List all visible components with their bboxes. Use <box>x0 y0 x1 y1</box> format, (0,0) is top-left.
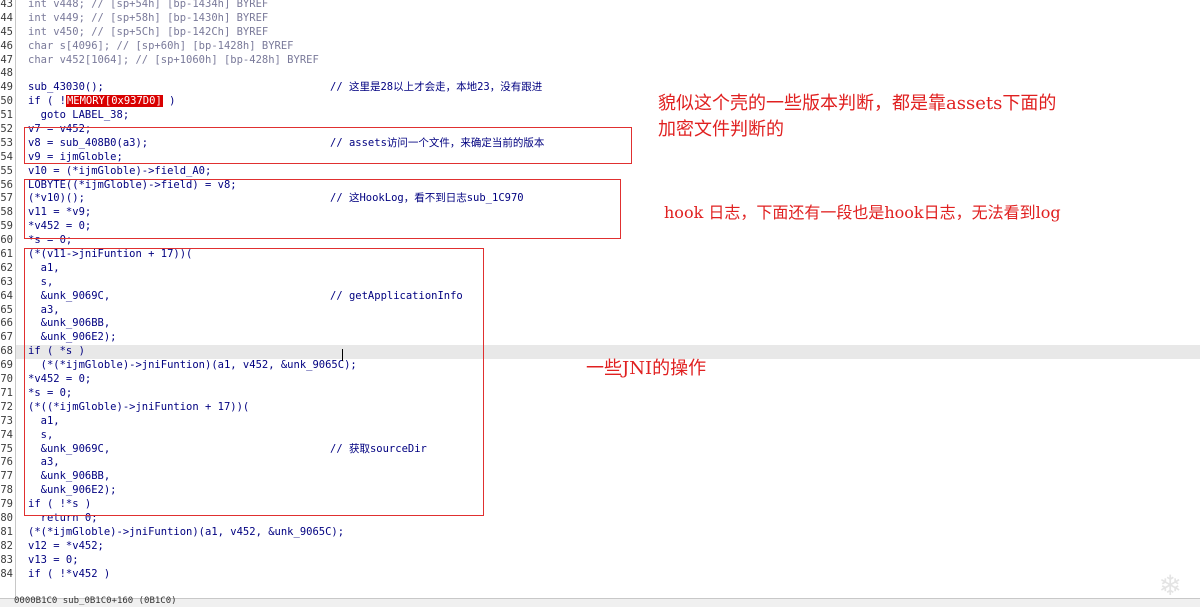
line-number: 59 <box>0 220 13 233</box>
code-text: v12 = *v452; <box>28 539 104 552</box>
code-text: int v450; // [sp+5Ch] [bp-142Ch] BYREF <box>28 25 269 38</box>
code-line[interactable] <box>16 67 1200 81</box>
line-number: 50 <box>0 95 13 108</box>
note-hooklog: hook 日志，下面还有一段也是hook日志，无法看到log <box>664 203 1061 222</box>
line-number: 81 <box>0 525 13 538</box>
line-number: 72 <box>0 400 13 413</box>
note-version-check-line2: 加密文件判断的 <box>658 119 784 140</box>
line-number: 74 <box>0 428 13 441</box>
code-text: char v452[1064]; // [sp+1060h] [bp-428h]… <box>28 53 319 66</box>
code-text: char s[4096]; // [sp+60h] [bp-1428h] BYR… <box>28 39 294 52</box>
line-number: 62 <box>0 261 13 274</box>
line-number: 45 <box>0 25 13 38</box>
code-line[interactable]: (*(*ijmGloble)->jniFuntion)(a1, v452, &u… <box>16 526 1200 540</box>
line-number: 76 <box>0 456 13 469</box>
line-number: 63 <box>0 275 13 288</box>
line-number-gutter: 43 44 45 46 47 48 49 50 51 52 53 54 55 56 57 58 59 60 61 62… <box>0 0 13 581</box>
code-text: goto LABEL_38; <box>28 109 130 122</box>
line-number: 67 <box>0 331 13 344</box>
line-number: 43 <box>0 0 13 10</box>
code-text: v13 = 0; <box>28 553 79 566</box>
line-number: 53 <box>0 136 13 149</box>
code-line[interactable]: v10 = (*ijmGloble)->field_A0; <box>16 165 1200 179</box>
line-number: 54 <box>0 150 13 163</box>
line-number: 68 <box>0 345 13 358</box>
code-text: sub_43030(); <box>28 81 104 94</box>
code-line[interactable]: v12 = *v452; <box>16 540 1200 554</box>
line-number: 44 <box>0 11 13 24</box>
status-address: 0000B1C0 sub_0B1C0+160 (0B1C0) <box>14 596 177 606</box>
line-number: 60 <box>0 234 13 247</box>
line-number: 77 <box>0 470 13 483</box>
version-check-box <box>24 127 632 164</box>
snowflake-watermark-icon: ❄ <box>1158 569 1182 602</box>
memory-address-highlight: MEMORY[0x937D0] <box>65 95 163 108</box>
line-number: 70 <box>0 373 13 386</box>
line-number: 58 <box>0 206 13 219</box>
code-line[interactable]: int v448; // [sp+54h] [bp-1434h] BYREF <box>16 0 1200 12</box>
code-text: if ( !*v452 ) <box>28 567 111 580</box>
code-line[interactable]: char s[4096]; // [sp+60h] [bp-1428h] BYR… <box>16 40 1200 54</box>
line-number: 47 <box>0 53 13 66</box>
line-number: 52 <box>0 123 13 136</box>
line-number: 49 <box>0 81 13 94</box>
code-text: int v449; // [sp+58h] [bp-1430h] BYREF <box>28 11 269 24</box>
line-number: 46 <box>0 39 13 52</box>
line-number: 51 <box>0 109 13 122</box>
code-line[interactable]: if ( !*v452 ) <box>16 568 1200 582</box>
line-number: 57 <box>0 192 13 205</box>
line-number: 56 <box>0 178 13 191</box>
code-line[interactable]: char v452[1064]; // [sp+1060h] [bp-428h]… <box>16 54 1200 68</box>
line-number: 80 <box>0 511 13 524</box>
line-number: 55 <box>0 164 13 177</box>
jni-operations-box <box>24 248 484 516</box>
note-jni-operations: 一些JNI的操作 <box>586 358 707 379</box>
code-comment: // 这里是28以上才会走，本地23，没有跟进 <box>330 81 543 94</box>
code-text: (*(*ijmGloble)->jniFuntion)(a1, v452, &u… <box>28 525 345 538</box>
line-number: 79 <box>0 498 13 511</box>
line-number: 69 <box>0 359 13 372</box>
line-number: 65 <box>0 303 13 316</box>
code-line[interactable]: int v450; // [sp+5Ch] [bp-142Ch] BYREF <box>16 26 1200 40</box>
note-version-check: 貌似这个壳的一些版本判断，都是靠assets下面的 加密文件判断的 <box>658 91 1056 143</box>
code-text: int v448; // [sp+54h] [bp-1434h] BYREF <box>28 0 269 10</box>
line-number: 78 <box>0 484 13 497</box>
line-number: 84 <box>0 567 13 580</box>
line-number: 82 <box>0 539 13 552</box>
note-version-check-line1: 貌似这个壳的一些版本判断，都是靠assets下面的 <box>658 93 1057 114</box>
code-line[interactable]: int v449; // [sp+58h] [bp-1430h] BYREF <box>16 12 1200 26</box>
line-number: 66 <box>0 317 13 330</box>
code-text: if ( !MEMORY[0x937D0] ) <box>28 95 176 108</box>
line-number: 75 <box>0 442 13 455</box>
line-number: 64 <box>0 289 13 302</box>
code-text: v10 = (*ijmGloble)->field_A0; <box>28 164 212 177</box>
line-number: 71 <box>0 386 13 399</box>
hooklog-box <box>24 179 621 239</box>
line-number: 61 <box>0 248 13 261</box>
line-number: 73 <box>0 414 13 427</box>
line-number: 48 <box>0 67 13 80</box>
code-line[interactable]: v13 = 0; <box>16 554 1200 568</box>
line-number: 83 <box>0 553 13 566</box>
